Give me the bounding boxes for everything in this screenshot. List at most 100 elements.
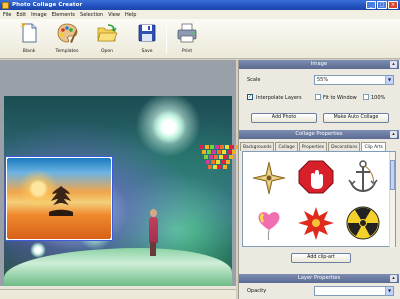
glow-light bbox=[152, 110, 186, 144]
tab-backgrounds[interactable]: Backgrounds bbox=[240, 142, 275, 151]
resize-handle[interactable] bbox=[7, 158, 8, 159]
clipart-gallery bbox=[242, 151, 396, 248]
title-bar: Photo Collage Creator _ □ × bbox=[0, 0, 400, 10]
templates-button[interactable]: Templates bbox=[52, 22, 82, 56]
heart-balloon-clipart[interactable] bbox=[249, 204, 289, 242]
tab-collage[interactable]: Collage bbox=[275, 142, 298, 151]
scale-label: Scale bbox=[247, 77, 261, 83]
menu-file[interactable]: File bbox=[3, 12, 11, 18]
resize-handle[interactable] bbox=[110, 238, 111, 239]
radiation-sign-clipart[interactable] bbox=[343, 204, 383, 242]
pixel-block bbox=[223, 165, 227, 169]
pixel-block bbox=[216, 160, 220, 164]
menu-image[interactable]: Image bbox=[31, 12, 47, 18]
resize-handle[interactable] bbox=[110, 158, 111, 159]
collapse-icon[interactable]: ▴ bbox=[390, 131, 397, 138]
blank-button[interactable]: Blank bbox=[14, 22, 44, 56]
selected-photo-layer[interactable] bbox=[5, 156, 113, 241]
pixel-decoration bbox=[200, 145, 239, 169]
collapse-icon[interactable]: ▴ bbox=[390, 61, 397, 68]
menu-view[interactable]: View bbox=[108, 12, 120, 18]
scroll-thumb[interactable] bbox=[390, 160, 395, 190]
pixel-block bbox=[215, 145, 219, 149]
pixel-block bbox=[209, 155, 213, 159]
pixel-block bbox=[226, 160, 230, 164]
fit-to-window-icon[interactable] bbox=[315, 94, 321, 100]
pixel-block bbox=[202, 150, 206, 154]
pixel-block bbox=[217, 150, 221, 154]
app-icon bbox=[2, 1, 9, 9]
layer-properties-title: Layer Properties bbox=[297, 275, 341, 281]
menu-help[interactable]: Help bbox=[125, 12, 136, 18]
pixel-block bbox=[232, 150, 236, 154]
stop-hand-sign-clipart[interactable] bbox=[296, 158, 336, 196]
tab-properties[interactable]: Properties bbox=[298, 142, 328, 151]
compass-flower-clipart[interactable] bbox=[249, 158, 289, 196]
fit-to-window-label: Fit to Window bbox=[323, 95, 357, 101]
pixel-block bbox=[204, 155, 208, 159]
collage-properties-title: Collage Properties bbox=[295, 131, 343, 137]
print-label: Print bbox=[181, 49, 193, 54]
open-button[interactable]: Open bbox=[92, 22, 122, 56]
scale-value: 55% bbox=[317, 77, 329, 83]
properties-panel: Image ▴ Scale 55% ▼ ✓ Interpolate Layers… bbox=[238, 60, 400, 299]
image-section-header[interactable]: Image ▴ bbox=[239, 60, 399, 69]
blank-label: Blank bbox=[22, 49, 36, 54]
menu-elements[interactable]: Elements bbox=[52, 12, 75, 18]
pixel-block bbox=[208, 165, 212, 169]
pixel-block bbox=[221, 160, 225, 164]
save-button[interactable]: Save bbox=[132, 22, 162, 56]
printer-icon bbox=[177, 23, 197, 43]
zoom-100-label: 100% bbox=[371, 95, 386, 101]
floppy-disk-icon bbox=[138, 24, 156, 42]
make-auto-collage-button[interactable]: Make Auto Collage bbox=[323, 113, 389, 123]
pixel-block bbox=[224, 155, 228, 159]
resize-handle[interactable] bbox=[7, 238, 8, 239]
close-button[interactable]: × bbox=[388, 1, 398, 9]
pixel-block bbox=[212, 150, 216, 154]
pixel-block bbox=[219, 155, 223, 159]
menu-selection[interactable]: Selection bbox=[80, 12, 103, 18]
gallery-scrollbar[interactable] bbox=[389, 152, 395, 248]
opacity-select[interactable]: ▼ bbox=[314, 286, 394, 296]
add-photo-button[interactable]: Add Photo bbox=[251, 113, 317, 123]
tab-clip-arts[interactable]: Clip Arts bbox=[361, 142, 386, 151]
collage-properties-header[interactable]: Collage Properties ▴ bbox=[239, 130, 399, 139]
print-button[interactable]: Print bbox=[172, 22, 202, 56]
pixel-block bbox=[206, 160, 210, 164]
chevron-down-icon[interactable]: ▼ bbox=[385, 287, 393, 295]
collapse-icon[interactable]: ▴ bbox=[390, 275, 397, 282]
pixel-block bbox=[214, 155, 218, 159]
pixel-block bbox=[222, 150, 226, 154]
chevron-down-icon[interactable]: ▼ bbox=[385, 76, 393, 84]
zoom-100-icon[interactable] bbox=[363, 94, 369, 100]
pixel-block bbox=[205, 145, 209, 149]
pixel-block bbox=[225, 145, 229, 149]
layer-properties-header[interactable]: Layer Properties ▴ bbox=[239, 274, 399, 283]
maximize-button[interactable]: □ bbox=[377, 1, 387, 9]
interpolate-layers-label: Interpolate Layers bbox=[256, 95, 302, 101]
palette-icon bbox=[57, 23, 78, 43]
pixel-block bbox=[200, 145, 204, 149]
island-tree-silhouette bbox=[49, 186, 73, 216]
anchor-clipart[interactable] bbox=[343, 158, 383, 196]
interpolate-layers-checkbox[interactable]: ✓ bbox=[247, 94, 253, 100]
collage-canvas[interactable] bbox=[0, 60, 239, 286]
tab-decorations[interactable]: Decorations bbox=[328, 142, 361, 151]
scale-select[interactable]: 55% ▼ bbox=[314, 75, 394, 85]
menu-edit[interactable]: Edit bbox=[16, 12, 26, 18]
add-clip-art-button[interactable]: Add clip-art bbox=[291, 253, 351, 263]
window-title: Photo Collage Creator bbox=[12, 2, 83, 8]
status-bar bbox=[0, 289, 236, 299]
open-label: Open bbox=[100, 49, 114, 54]
glow-light bbox=[30, 242, 46, 258]
pixel-block bbox=[230, 145, 234, 149]
red-star-burst-clipart[interactable] bbox=[296, 204, 336, 242]
folder-open-icon bbox=[97, 24, 118, 42]
pixel-block bbox=[227, 150, 231, 154]
collage-tabs: Backgrounds Collage Properties Decoratio… bbox=[240, 142, 398, 151]
minimize-button[interactable]: _ bbox=[366, 1, 376, 9]
menu-bar: File Edit Image Elements Selection View … bbox=[0, 10, 400, 19]
pixel-block bbox=[220, 145, 224, 149]
pixel-block bbox=[229, 155, 233, 159]
